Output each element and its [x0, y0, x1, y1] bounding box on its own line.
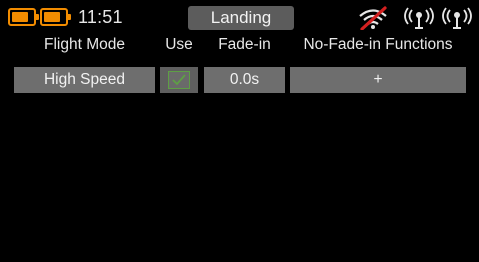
table-header: Flight Mode Use Fade-in No-Fade-in Funct…	[0, 36, 479, 58]
fade-in-value[interactable]: 0.0s	[204, 67, 285, 93]
column-header-fade-in: Fade-in	[218, 36, 271, 53]
flight-mode-selector[interactable]: High Speed	[14, 67, 155, 93]
column-header-no-fade-in-functions: No-Fade-in Functions	[303, 36, 453, 53]
table-row: High Speed 0.0s +	[0, 67, 479, 93]
use-checkbox[interactable]	[168, 71, 190, 89]
receiver-battery-icon	[40, 8, 71, 26]
column-header-use: Use	[165, 36, 193, 53]
status-bar: 11:51 Landing	[8, 4, 472, 30]
clock: 11:51	[78, 7, 123, 27]
use-checkbox-cell[interactable]	[160, 67, 198, 93]
telemetry-antenna-icon	[442, 7, 472, 29]
column-header-flight-mode: Flight Mode	[44, 36, 125, 53]
add-no-fade-in-function-button[interactable]: +	[290, 67, 466, 93]
telemetry-antenna-icon	[404, 7, 434, 29]
wifi-off-icon	[359, 6, 387, 30]
transmitter-battery-icon	[8, 8, 39, 26]
checkmark-icon	[172, 74, 186, 86]
page-title[interactable]: Landing	[188, 6, 294, 30]
screen: 11:51 Landing Flight Mode Use Fade-in No…	[0, 0, 479, 262]
